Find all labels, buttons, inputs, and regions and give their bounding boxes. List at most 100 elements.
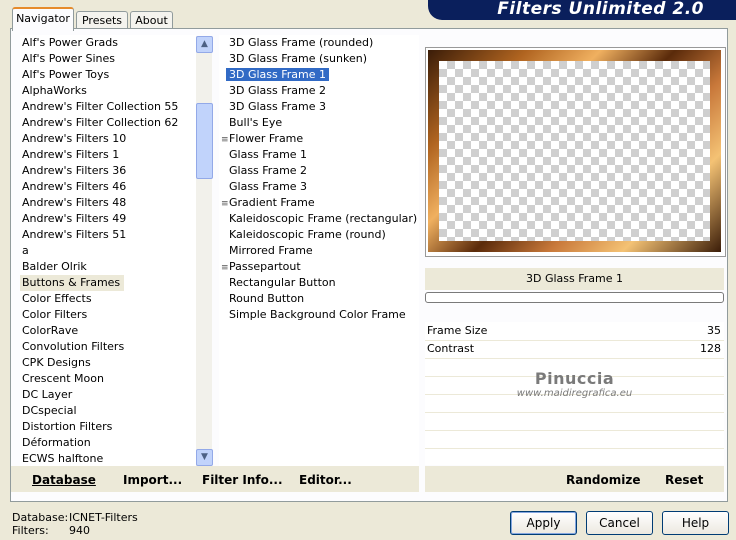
category-item[interactable]: Buttons & Frames (20, 275, 125, 291)
scroll-thumb[interactable] (196, 103, 213, 179)
category-item[interactable]: Andrew's Filters 49 (20, 211, 196, 227)
category-item[interactable]: Déformation (20, 435, 196, 451)
cancel-button[interactable]: Cancel (586, 511, 653, 535)
category-item[interactable]: Andrew's Filters 10 (20, 131, 196, 147)
filter-item-label: 3D Glass Frame 3 (229, 100, 327, 113)
filter-item-label: Glass Frame 3 (229, 180, 308, 193)
filter-item-label: 3D Glass Frame 2 (229, 84, 327, 97)
filter-item-label: Round Button (229, 292, 305, 305)
param-frame-size[interactable]: Frame Size 35 (425, 323, 724, 341)
filter-item[interactable]: Glass Frame 2 (219, 163, 419, 179)
title-banner: Filters Unlimited 2.0 (428, 0, 736, 20)
param-contrast[interactable]: Contrast 128 (425, 341, 724, 359)
category-item[interactable]: CPK Designs (20, 355, 196, 371)
category-list[interactable]: Alf's Power Grads Alf's Power Sines Alf's … (20, 35, 196, 466)
filter-item-label: Kaleidoscopic Frame (rectangular) (229, 212, 418, 225)
mark-icon: ≡ (221, 135, 229, 145)
editor-button[interactable]: Editor... (299, 473, 352, 487)
category-item[interactable]: Andrew's Filters 36 (20, 163, 196, 179)
filter-item-label: Passepartout (229, 260, 301, 273)
category-item[interactable]: Andrew's Filter Collection 62 (20, 115, 196, 131)
filter-item[interactable]: Glass Frame 1 (219, 147, 419, 163)
apply-button[interactable]: Apply (510, 511, 577, 535)
category-item[interactable]: Andrew's Filter Collection 55 (20, 99, 196, 115)
filter-item-label: Simple Background Color Frame (229, 308, 406, 321)
transparency-checkerboard (439, 61, 710, 241)
filter-item-label: Glass Frame 1 (229, 148, 308, 161)
category-item[interactable]: Color Filters (20, 307, 196, 323)
filter-list[interactable]: 3D Glass Frame (rounded) 3D Glass Frame (… (219, 35, 419, 466)
filter-item-label: Rectangular Button (229, 276, 336, 289)
filter-item-label: Flower Frame (229, 132, 304, 145)
filter-item[interactable]: Round Button (219, 291, 419, 307)
category-item[interactable]: Andrew's Filters 48 (20, 195, 196, 211)
mark-icon: ≡ (221, 263, 229, 273)
filter-item[interactable]: ≡Gradient Frame (219, 195, 419, 211)
filter-item[interactable]: Glass Frame 3 (219, 179, 419, 195)
filter-item[interactable]: 3D Glass Frame 3 (219, 99, 419, 115)
param-empty (425, 413, 724, 431)
filter-item[interactable]: Mirrored Frame (219, 243, 419, 259)
param-label: Contrast (427, 342, 475, 355)
footer-database-label: Database: (12, 511, 69, 524)
category-scrollbar[interactable]: ▲ ▼ (196, 36, 213, 466)
category-item[interactable]: Alf's Power Sines (20, 51, 196, 67)
category-item[interactable]: ColorRave (20, 323, 196, 339)
watermark-name: Pinuccia (534, 369, 615, 388)
filter-item-label: Gradient Frame (229, 196, 315, 209)
category-item[interactable]: Alf's Power Grads (20, 35, 196, 51)
param-empty (425, 431, 724, 449)
filter-item[interactable]: 3D Glass Frame 2 (219, 83, 419, 99)
watermark: Pinuccia www.maidiregrafica.eu (425, 369, 724, 399)
scroll-up-icon[interactable]: ▲ (196, 36, 213, 53)
category-item[interactable]: Andrew's Filters 51 (20, 227, 196, 243)
filter-item[interactable]: ≡Flower Frame (219, 131, 419, 147)
filter-item[interactable]: Kaleidoscopic Frame (rectangular) (219, 211, 419, 227)
category-item[interactable]: DCspecial (20, 403, 196, 419)
param-value: 35 (707, 324, 721, 337)
category-item[interactable]: DC Layer (20, 387, 196, 403)
category-item[interactable]: Andrew's Filters 46 (20, 179, 196, 195)
category-item[interactable]: Balder Olrik (20, 259, 196, 275)
category-item[interactable]: Andrew's Filters 1 (20, 147, 196, 163)
category-item[interactable]: Alf's Power Toys (20, 67, 196, 83)
category-item[interactable]: Distortion Filters (20, 419, 196, 435)
tab-about[interactable]: About (130, 11, 173, 29)
tab-navigator[interactable]: Navigator (12, 7, 74, 31)
filter-item[interactable]: ≡Passepartout (219, 259, 419, 275)
filter-item[interactable]: 3D Glass Frame (rounded) (219, 35, 419, 51)
filter-item-label: Mirrored Frame (229, 244, 313, 257)
category-item[interactable]: Convolution Filters (20, 339, 196, 355)
help-button[interactable]: Help (662, 511, 729, 535)
randomize-button[interactable]: Randomize (566, 473, 640, 487)
filter-info-button[interactable]: Filter Info... (202, 473, 283, 487)
filter-item-label: Bull's Eye (229, 116, 283, 129)
mark-icon: ≡ (221, 199, 229, 209)
category-item[interactable]: Crescent Moon (20, 371, 196, 387)
scroll-down-icon[interactable]: ▼ (196, 449, 213, 466)
filter-item-label: 3D Glass Frame 1 (226, 68, 330, 81)
database-button[interactable]: Database (32, 473, 96, 487)
footer-filters-value: 940 (69, 524, 90, 537)
import-button[interactable]: Import... (123, 473, 182, 487)
filter-item[interactable]: Kaleidoscopic Frame (round) (219, 227, 419, 243)
category-item[interactable]: AlphaWorks (20, 83, 196, 99)
filter-item[interactable]: 3D Glass Frame (sunken) (219, 51, 419, 67)
category-item[interactable]: a (20, 243, 196, 259)
filter-item-label: 3D Glass Frame (sunken) (229, 52, 367, 65)
watermark-url: www.maidiregrafica.eu (516, 388, 633, 399)
reset-button[interactable]: Reset (665, 473, 703, 487)
filter-item[interactable]: Rectangular Button (219, 275, 419, 291)
footer-filters-label: Filters: (12, 524, 49, 537)
filter-item[interactable]: Simple Background Color Frame (219, 307, 419, 323)
app-title: Filters Unlimited 2.0 (497, 0, 704, 19)
filter-item[interactable]: 3D Glass Frame 1 (219, 67, 419, 83)
filter-item-label: Kaleidoscopic Frame (round) (229, 228, 386, 241)
tab-presets[interactable]: Presets (76, 11, 128, 29)
param-label: Frame Size (427, 324, 488, 337)
category-item[interactable]: Color Effects (20, 291, 196, 307)
category-item[interactable]: ECWS halftone (20, 451, 196, 466)
filter-item-label: Glass Frame 2 (229, 164, 308, 177)
filter-item[interactable]: Bull's Eye (219, 115, 419, 131)
filter-item-label: 3D Glass Frame (rounded) (229, 36, 374, 49)
